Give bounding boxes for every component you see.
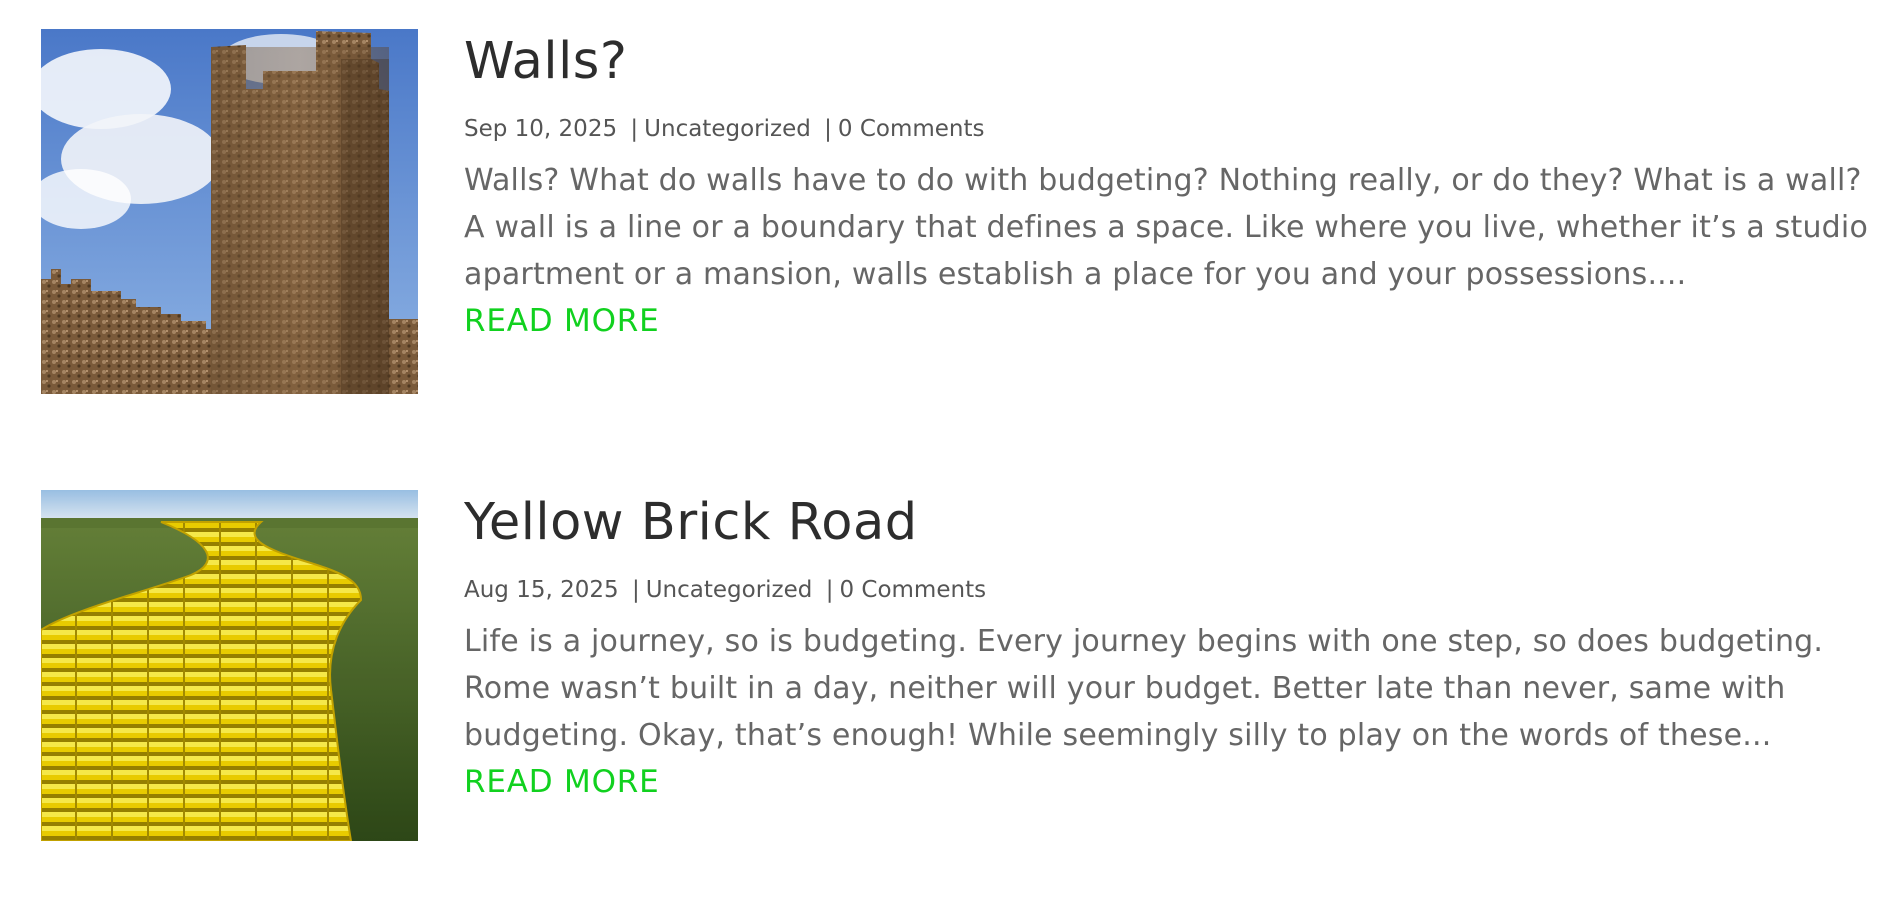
post-meta: Sep 10, 2025 | Uncategorized | 0 Comments [464,115,1880,143]
blog-post-list: Walls? Sep 10, 2025 | Uncategorized | 0 Co… [0,0,1880,897]
read-more-link[interactable]: READ MORE [464,298,660,344]
castle-tower-image [41,29,418,394]
meta-separator: | [630,116,639,142]
read-more-link[interactable]: READ MORE [464,759,660,805]
post-category-link[interactable]: Uncategorized [644,116,811,142]
meta-separator: | [631,577,640,603]
post-thumbnail-yellow-brick-road[interactable] [41,490,418,841]
post-comments-link[interactable]: 0 Comments [839,577,986,603]
post-body: Yellow Brick Road Aug 15, 2025 | Uncatego… [464,490,1880,805]
post-title[interactable]: Walls? [464,29,1880,95]
post-title[interactable]: Yellow Brick Road [464,490,1880,556]
post-comments-link[interactable]: 0 Comments [838,116,985,142]
post-excerpt: Walls? What do walls have to do with bud… [464,163,1868,292]
post-body: Walls? Sep 10, 2025 | Uncategorized | 0 Co… [464,29,1880,344]
meta-separator: | [824,116,832,142]
post-date: Aug 15, 2025 [464,577,619,603]
post-excerpt: Life is a journey, so is budgeting. Ever… [464,624,1824,753]
post-date: Sep 10, 2025 [464,116,618,142]
post-thumbnail-castle-tower[interactable] [41,29,418,394]
post-meta: Aug 15, 2025 | Uncategorized | 0 Comments [464,576,1880,604]
post-category-link[interactable]: Uncategorized [646,577,813,603]
yellow-brick-road-image [41,490,418,841]
meta-separator: | [825,577,834,603]
